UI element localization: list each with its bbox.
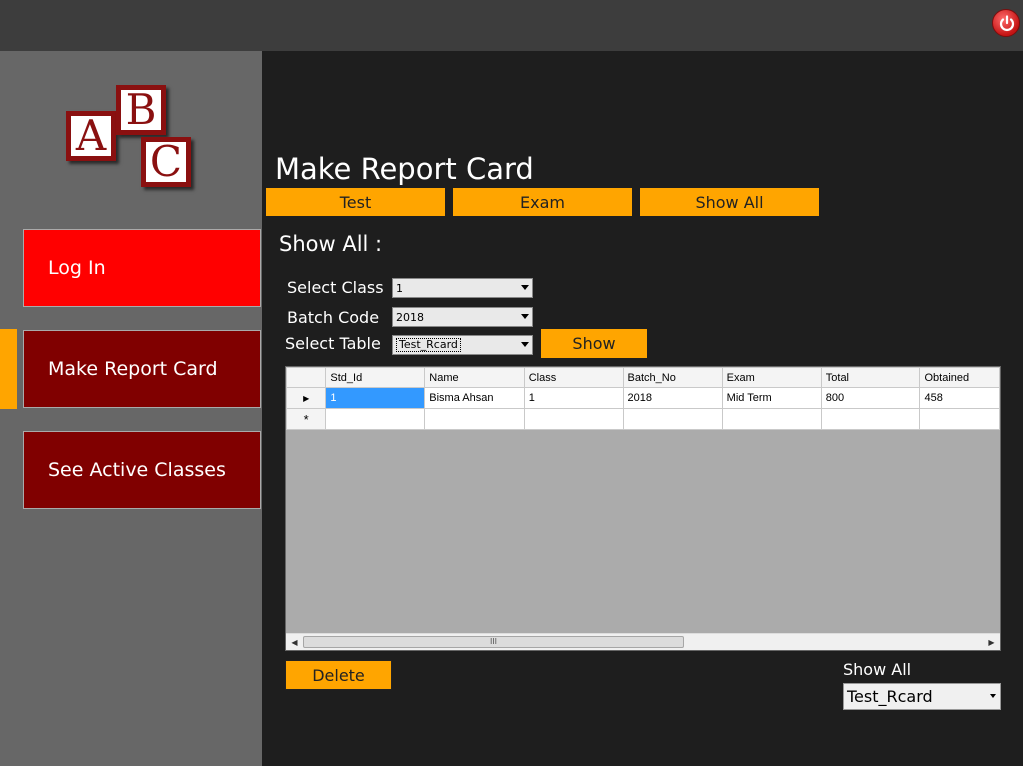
tab-show-all[interactable]: Show All [640,188,819,216]
chevron-down-icon [521,342,529,347]
column-header-std-id[interactable]: Std_Id [325,367,426,388]
scroll-thumb[interactable]: III [303,636,684,648]
table-cell[interactable] [424,408,525,430]
select-class-value: 1 [396,281,403,295]
new-row-icon[interactable]: * [286,408,327,430]
show-all-label: Show All [843,660,912,679]
logo-block-c: C [141,137,191,187]
show-button[interactable]: Show [541,329,647,358]
sidebar: A B C Log In Make Report Card See Active… [0,51,262,766]
table-cell[interactable]: 458 [919,387,1000,409]
select-class-dropdown[interactable]: 1 [392,278,533,298]
table-cell[interactable] [523,408,624,430]
batch-code-value: 2018 [396,310,424,324]
horizontal-scrollbar[interactable]: ◀ III ▶ [286,633,1000,650]
table-cell[interactable]: Mid Term [721,387,822,409]
row-header-corner [286,367,327,388]
power-icon[interactable] [992,9,1020,37]
abc-logo: A B C [62,81,207,201]
logo-block-b: B [116,85,166,135]
table-cell[interactable] [820,408,921,430]
table-cell[interactable]: 1 [523,387,624,409]
chevron-down-icon [521,314,529,319]
column-header-class[interactable]: Class [523,367,624,388]
table-row[interactable]: ▶ 1 Bisma Ahsan 1 2018 Mid Term 800 458 [286,387,1000,409]
section-title: Show All : [279,232,383,256]
batch-code-label: Batch Code [287,308,380,327]
table-cell[interactable]: 800 [820,387,921,409]
report-data-grid[interactable]: Std_Id Name Class Batch_No Exam Total Ob… [285,366,1001,651]
table-cell[interactable] [622,408,723,430]
column-header-name[interactable]: Name [424,367,525,388]
scroll-left-icon[interactable]: ◀ [286,634,303,650]
table-cell[interactable]: 2018 [622,387,723,409]
sidebar-item-make-report-card[interactable]: Make Report Card [23,330,261,408]
grid-header-row: Std_Id Name Class Batch_No Exam Total Ob… [286,367,1000,388]
sidebar-item-see-active-classes[interactable]: See Active Classes [23,431,261,509]
batch-code-dropdown[interactable]: 2018 [392,307,533,327]
table-cell[interactable] [721,408,822,430]
column-header-exam[interactable]: Exam [721,367,822,388]
chevron-down-icon [521,285,529,290]
table-cell[interactable]: Bisma Ahsan [424,387,525,409]
scroll-right-icon[interactable]: ▶ [983,634,1000,650]
select-table-dropdown[interactable]: Test_Rcard [392,335,533,355]
table-cell[interactable]: 1 [325,387,426,409]
column-header-obtained[interactable]: Obtained [919,367,1000,388]
select-table-label: Select Table [285,334,381,353]
logo-block-a: A [66,111,116,161]
active-nav-indicator [0,329,17,409]
column-header-batch-no[interactable]: Batch_No [622,367,723,388]
current-row-icon[interactable]: ▶ [286,387,327,409]
sidebar-item-log-in[interactable]: Log In [23,229,261,307]
column-header-total[interactable]: Total [820,367,921,388]
show-all-dropdown[interactable]: Test_Rcard [843,683,1001,710]
tab-exam[interactable]: Exam [453,188,632,216]
table-cell[interactable] [325,408,426,430]
table-cell[interactable] [919,408,1000,430]
select-class-label: Select Class [287,278,384,297]
tab-test[interactable]: Test [266,188,445,216]
new-row[interactable]: * [286,408,1000,430]
chevron-down-icon [990,694,996,698]
grid-table: Std_Id Name Class Batch_No Exam Total Ob… [286,367,1000,430]
delete-button[interactable]: Delete [285,660,392,690]
show-all-value: Test_Rcard [847,687,933,706]
top-bar [0,0,1023,51]
select-table-value: Test_Rcard [396,338,461,352]
page-title: Make Report Card [275,152,534,186]
